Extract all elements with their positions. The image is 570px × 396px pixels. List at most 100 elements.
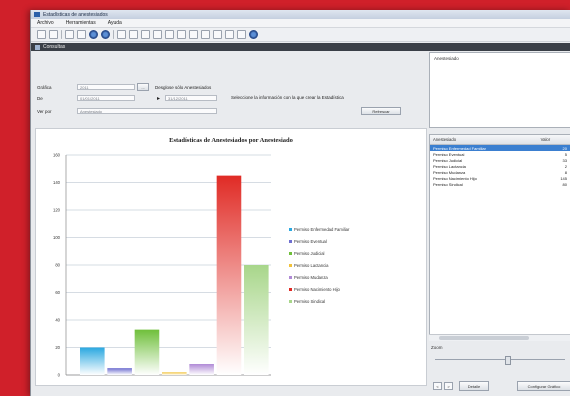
table-row[interactable]: Permiso Lactancia 2 xyxy=(430,163,570,169)
grid-scrollbar[interactable] xyxy=(429,334,570,341)
settings-icon[interactable] xyxy=(201,30,210,39)
app-window: Estadísticas de anestesiados Archivo Her… xyxy=(30,10,570,396)
nav-next-button[interactable]: > xyxy=(444,382,453,390)
grid-col-name[interactable]: Anestesiado xyxy=(430,137,538,142)
configure-chart-button[interactable]: Configurar Gráfico xyxy=(517,381,570,391)
row-name: Permiso Eventual xyxy=(433,151,465,157)
legend-item: Permiso Eventual xyxy=(289,235,419,247)
bar-permiso-nacimiento-hijo xyxy=(216,175,242,375)
row-name: Permiso Mudanza xyxy=(433,169,466,175)
mail-icon[interactable] xyxy=(237,30,246,39)
legend-label: Permiso Mudanza xyxy=(294,274,328,280)
legend-item: Permiso Judicial xyxy=(289,247,419,259)
detail-button[interactable]: Detalle xyxy=(459,381,489,391)
arrow-right-icon: ▸ xyxy=(157,96,161,102)
row-value: 2 xyxy=(564,163,567,169)
legend-label: Permiso Enfermedad Familiar xyxy=(294,226,350,232)
legend-item: Permiso Enfermedad Familiar xyxy=(289,223,419,235)
forward-icon[interactable] xyxy=(101,30,110,39)
slider-track xyxy=(435,359,565,360)
zoom-label: Zoom xyxy=(431,345,443,350)
app-icon xyxy=(34,12,40,17)
open-icon[interactable] xyxy=(49,30,58,39)
print-icon[interactable] xyxy=(77,30,86,39)
grid-col-value[interactable]: Valor xyxy=(538,137,570,142)
chart-panel: Estadísticas de Anestesiados por Anestes… xyxy=(35,128,427,386)
export-icon[interactable] xyxy=(225,30,234,39)
menu-herramientas[interactable]: Herramientas xyxy=(66,20,96,26)
table-row[interactable]: Permiso Enfermedad Familiar 20 xyxy=(430,145,570,151)
grid-header: Anestesiado Valor xyxy=(430,135,570,145)
date-to-field[interactable]: 31/12/2011 xyxy=(165,95,217,101)
row-value: 5 xyxy=(564,151,567,157)
date-from-field[interactable]: 01/01/2011 xyxy=(77,95,135,101)
desglose-checkbox-label[interactable]: Desglose sólo Anestesiados xyxy=(155,85,211,90)
label-grafica: Gráfica xyxy=(37,85,52,90)
legend-swatch xyxy=(289,239,292,243)
paste-icon[interactable] xyxy=(141,30,150,39)
legend-swatch xyxy=(289,287,292,291)
y-tick-label: 160 xyxy=(53,153,61,158)
row-name: Permiso Enfermedad Familiar xyxy=(433,145,486,151)
new-icon[interactable] xyxy=(37,30,46,39)
y-tick-label: 80 xyxy=(55,263,60,268)
document-icon xyxy=(35,44,40,50)
copy-icon[interactable] xyxy=(129,30,138,39)
nav-prev-button[interactable]: < xyxy=(433,382,442,390)
ver-por-select[interactable]: Anestesiado xyxy=(77,108,217,114)
window-title: Estadísticas de anestesiados xyxy=(43,11,108,18)
legend-swatch xyxy=(289,251,292,255)
label-ver-por: Ver por xyxy=(37,109,52,114)
slider-knob[interactable] xyxy=(505,356,511,365)
refresh-button[interactable]: Refrescar xyxy=(361,107,401,115)
table-row[interactable]: Permiso Nacimiento Hijo 145 xyxy=(430,175,570,181)
bar-permiso-judicial xyxy=(134,329,160,375)
notes-panel[interactable]: Anestesiado xyxy=(429,52,570,128)
row-name: Permiso Sindical xyxy=(433,181,463,187)
grafica-picker-button[interactable]: ... xyxy=(137,83,149,91)
row-name: Permiso Nacimiento Hijo xyxy=(433,175,477,181)
scrollbar-thumb[interactable] xyxy=(439,336,529,340)
table-row[interactable]: Permiso Eventual 5 xyxy=(430,151,570,157)
y-tick-label: 100 xyxy=(53,235,61,240)
table-row[interactable]: Permiso Sindical 80 xyxy=(430,181,570,187)
menu-ayuda[interactable]: Ayuda xyxy=(108,20,122,26)
toolbar-separator xyxy=(113,30,114,39)
legend-swatch xyxy=(289,275,292,279)
bar-permiso-eventual xyxy=(107,368,132,375)
y-tick-label: 20 xyxy=(55,345,60,350)
legend-swatch xyxy=(289,299,292,303)
row-value: 80 xyxy=(562,181,567,187)
legend-label: Permiso Judicial xyxy=(294,250,325,256)
back-icon[interactable] xyxy=(89,30,98,39)
filter-icon[interactable] xyxy=(189,30,198,39)
menu-archivo[interactable]: Archivo xyxy=(37,20,54,26)
legend-label: Permiso Lactancia xyxy=(294,262,329,268)
save-icon[interactable] xyxy=(65,30,74,39)
bottom-buttons: < > Detalle Configurar Gráfico xyxy=(429,380,570,394)
grid-rows: Permiso Enfermedad Familiar 20 Permiso Eve… xyxy=(430,145,570,187)
help-icon[interactable] xyxy=(249,30,258,39)
data-grid: Anestesiado Valor Permiso Enfermedad Fam… xyxy=(429,134,570,340)
bar-permiso-lactancia xyxy=(162,372,187,375)
row-value: 8 xyxy=(564,169,567,175)
document-tab[interactable]: Consultas xyxy=(31,43,570,51)
zoom-slider[interactable] xyxy=(429,356,570,365)
toolbar xyxy=(31,28,570,42)
table-row[interactable]: Permiso Mudanza 8 xyxy=(430,169,570,175)
find-icon[interactable] xyxy=(153,30,162,39)
table-row[interactable]: Permiso Judicial 33 xyxy=(430,157,570,163)
grafica-field[interactable]: 2011 xyxy=(77,84,135,90)
row-name: Permiso Judicial xyxy=(433,157,463,163)
legend-swatch xyxy=(289,263,292,267)
y-tick-label: 140 xyxy=(53,180,61,185)
bar-permiso-mudanza xyxy=(189,364,214,375)
chart-icon[interactable] xyxy=(165,30,174,39)
legend-label: Permiso Nacimiento Hijo xyxy=(294,286,340,292)
refresh-icon[interactable] xyxy=(213,30,222,39)
table-icon[interactable] xyxy=(177,30,186,39)
y-tick-label: 120 xyxy=(53,208,61,213)
row-value: 33 xyxy=(562,157,567,163)
cut-icon[interactable] xyxy=(117,30,126,39)
bar-permiso-sindical xyxy=(244,265,269,375)
